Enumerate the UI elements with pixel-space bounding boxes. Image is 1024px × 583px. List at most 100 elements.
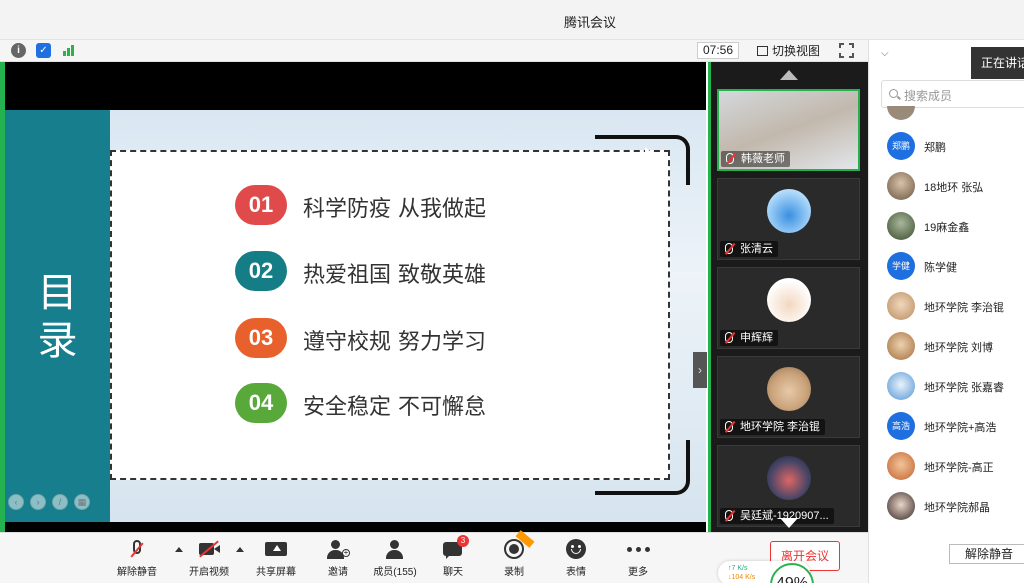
mic-muted-icon <box>725 510 733 521</box>
member-name: 地环学院 李治锟 <box>924 302 1005 314</box>
record-icon <box>502 530 535 561</box>
pen-icon[interactable]: / <box>52 494 68 510</box>
member-name: 19麻金鑫 <box>924 222 970 234</box>
member-item[interactable]: 18地环 张弘 <box>887 171 1024 201</box>
video-tile[interactable]: 吴廷斌-1920907... <box>717 445 860 527</box>
avatar <box>766 456 811 500</box>
video-strip: 韩薇老师 张清云 申辉辉 地环学院 李治锟 吴廷斌-1920907... <box>708 62 868 532</box>
meeting-info-bar: i ✓ 07:56 切换视图 <box>0 40 868 62</box>
avatar: 高浩 <box>887 412 915 440</box>
invite-label: 邀请 <box>328 567 348 578</box>
meeting-window: 腾讯会议 i ✓ 07:56 切换视图 目 录 01 科学防疫 从我做起 02 … <box>0 0 1024 583</box>
participant-label: 吴廷斌-1920907... <box>720 508 834 524</box>
invite-button[interactable]: + 邀请 <box>310 537 366 579</box>
shield-icon[interactable]: ✓ <box>36 43 51 58</box>
more-label: 更多 <box>628 567 648 578</box>
share-screen-label: 共享屏幕 <box>256 567 296 578</box>
agenda-text: 热爱祖国 致敬英雄 <box>303 263 486 288</box>
member-name: 地环学院 刘博 <box>924 342 994 354</box>
agenda-number: 02 <box>235 251 287 291</box>
agenda-text: 安全稳定 不可懈怠 <box>303 395 486 420</box>
add-user-icon: + <box>326 539 350 561</box>
unmute-button[interactable]: 解除静音 <box>109 537 165 579</box>
agenda-text: 科学防疫 从我做起 <box>303 197 486 222</box>
member-item[interactable]: 学健 陈学健 <box>887 251 1024 281</box>
avatar <box>887 292 915 320</box>
scroll-down-icon[interactable] <box>780 518 798 528</box>
member-item[interactable]: 地环学院 刘博 <box>887 331 1024 361</box>
mic-muted-icon <box>125 539 149 561</box>
record-button[interactable]: 录制 <box>486 530 542 579</box>
avatar <box>766 189 811 233</box>
mouse-cursor-icon <box>645 147 651 157</box>
chat-label: 聊天 <box>443 567 463 578</box>
start-video-button[interactable]: 开启视频 <box>181 537 237 579</box>
grid-icon[interactable]: ▦ <box>74 494 90 510</box>
next-slide-icon[interactable]: › <box>30 494 46 510</box>
prev-slide-icon[interactable]: ‹ <box>8 494 24 510</box>
more-button[interactable]: 更多 <box>610 537 666 579</box>
mic-muted-icon <box>725 243 733 254</box>
members-button[interactable]: 成员(155) <box>367 537 423 579</box>
video-tile[interactable]: 申辉辉 <box>717 267 860 349</box>
presentation-slide: 目 录 01 科学防疫 从我做起 02 热爱祖国 致敬英雄 03 遵守校规 努力… <box>5 110 706 522</box>
unmute-all-button[interactable]: 解除静音 <box>949 544 1024 564</box>
member-item[interactable]: 地环学院郝晶 <box>887 491 1024 521</box>
reactions-button[interactable]: 表情 <box>548 537 604 579</box>
unmute-label: 解除静音 <box>117 567 157 578</box>
chat-button[interactable]: 3 聊天 <box>425 535 481 579</box>
avatar <box>887 332 915 360</box>
mic-muted-icon <box>725 421 733 432</box>
slide-sidebar: 目 录 <box>5 110 110 522</box>
member-name: 郑鹏 <box>924 142 946 154</box>
participant-label: 韩薇老师 <box>721 151 790 167</box>
switch-view-button[interactable]: 切换视图 <box>757 43 820 59</box>
mic-muted-icon <box>725 332 733 343</box>
slide-heading-bottom: 录 <box>37 318 78 364</box>
video-tile[interactable]: 韩薇老师 <box>717 89 860 171</box>
scroll-up-icon[interactable] <box>780 70 798 80</box>
info-icon[interactable]: i <box>11 43 26 58</box>
agenda-number: 04 <box>235 383 287 423</box>
video-options-caret[interactable] <box>236 547 244 552</box>
title-bar: 腾讯会议 <box>0 0 1024 40</box>
avatar <box>887 492 915 520</box>
mic-icon <box>726 153 734 164</box>
member-item[interactable]: 19麻金鑫 <box>887 211 1024 241</box>
participant-label: 申辉辉 <box>720 330 778 346</box>
start-video-label: 开启视频 <box>189 567 229 578</box>
member-item[interactable]: 地环学院-高正 <box>887 451 1024 481</box>
chevron-down-icon[interactable]: ⌵ <box>881 48 889 59</box>
member-item[interactable]: 高浩 地环学院+高浩 <box>887 411 1024 441</box>
avatar <box>887 452 915 480</box>
members-icon <box>383 539 407 561</box>
participant-label: 张清云 <box>720 241 778 257</box>
fullscreen-icon[interactable] <box>839 43 854 58</box>
avatar <box>887 106 915 120</box>
members-label: 成员(155) <box>373 567 417 578</box>
member-name: 地环学院郝晶 <box>924 502 990 514</box>
member-item[interactable]: 郑鹏 郑鹏 <box>887 131 1024 161</box>
meeting-timer: 07:56 <box>697 42 739 59</box>
chat-icon: 3 <box>441 535 469 561</box>
video-tile[interactable]: 张清云 <box>717 178 860 260</box>
avatar <box>887 212 915 240</box>
member-search-input[interactable]: 搜索成员 <box>881 80 1024 108</box>
agenda-number: 03 <box>235 318 287 358</box>
reactions-label: 表情 <box>566 567 586 578</box>
search-icon <box>889 89 898 98</box>
meeting-toolbar: 解除静音 开启视频 共享屏幕 + 邀请 成员(155) 3 聊天 录制 表情 更… <box>0 530 868 583</box>
switch-view-icon <box>757 46 768 56</box>
member-item[interactable]: 地环学院 李治锟 <box>887 291 1024 321</box>
member-item[interactable]: 地环学院 张嘉睿 <box>887 371 1024 401</box>
window-title: 腾讯会议 <box>563 15 616 30</box>
switch-view-label: 切换视图 <box>772 44 821 58</box>
share-screen-button[interactable]: 共享屏幕 <box>248 537 304 579</box>
member-name: 地环学院+高浩 <box>924 422 997 434</box>
search-placeholder: 搜索成员 <box>904 89 953 103</box>
signal-icon[interactable] <box>61 43 76 58</box>
speaking-indicator: 正在讲话 <box>971 47 1024 79</box>
collapse-strip-button[interactable]: › <box>693 352 707 388</box>
video-tile[interactable]: 地环学院 李治锟 <box>717 356 860 438</box>
member-name: 地环学院 张嘉睿 <box>924 382 1005 394</box>
